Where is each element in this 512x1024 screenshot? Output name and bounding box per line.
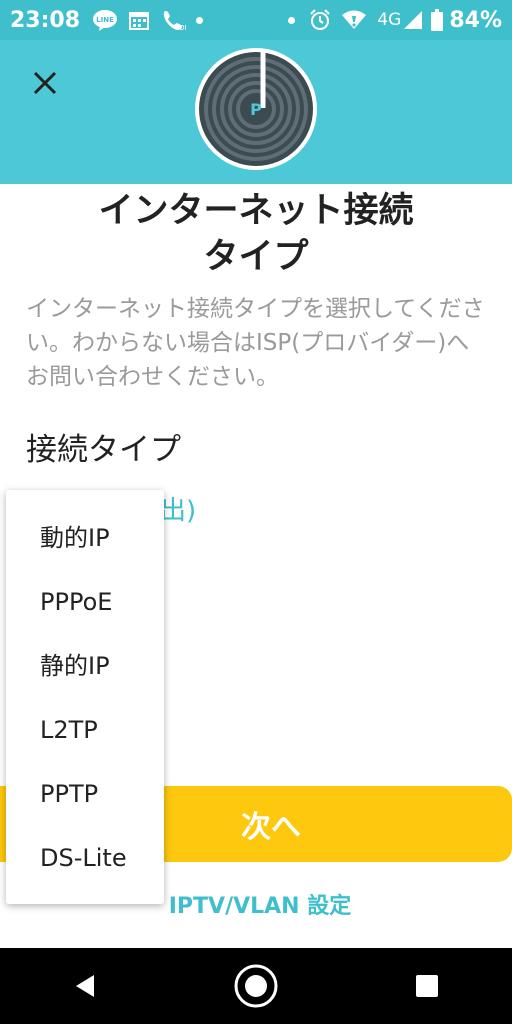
status-time: 23:08 <box>10 7 81 33</box>
recents-button[interactable] <box>397 956 457 1016</box>
router-logo-icon: P <box>193 46 319 172</box>
connection-type-label: 接続タイプ <box>26 432 181 468</box>
network-type: 4G <box>377 10 402 30</box>
recents-square-icon <box>415 975 438 997</box>
header-banner: P <box>0 40 512 184</box>
menu-item-dynamic-ip[interactable]: 動的IP <box>6 506 164 570</box>
status-bar: 23:08 LINE ON <box>0 0 512 40</box>
wifi-icon <box>341 10 367 30</box>
description-text: インターネット接続タイプを選択してください。わからない場合はISP(プロバイダー… <box>26 296 485 390</box>
home-circle-icon <box>234 964 278 1008</box>
menu-item-static-ip[interactable]: 静的IP <box>6 634 164 698</box>
connection-type-dropdown: 動的IP PPPoE 静的IP L2TP PPTP DS-Lite <box>6 490 164 904</box>
line-label: LINE <box>96 16 114 24</box>
back-button[interactable] <box>55 956 115 1016</box>
notification-dot <box>196 16 204 24</box>
page-title-line1: インターネット接続 <box>98 191 414 231</box>
battery-percent: 84% <box>449 7 502 33</box>
battery-icon <box>431 9 444 31</box>
system-nav-bar <box>0 948 512 1024</box>
signal-icon <box>403 10 423 30</box>
page-title-line2: タイプ <box>203 237 309 277</box>
back-triangle-icon <box>76 975 95 997</box>
home-button[interactable] <box>226 956 286 1016</box>
notification-dot-right <box>288 16 296 24</box>
menu-item-pppoe[interactable]: PPPoE <box>6 570 164 634</box>
close-icon <box>33 71 57 95</box>
alarm-icon <box>309 9 331 31</box>
page-title: インターネット接続 タイプ <box>0 188 512 280</box>
wifi-calling-icon: ON <box>160 8 186 32</box>
line-app-icon: LINE <box>92 9 118 31</box>
menu-item-ds-lite[interactable]: DS-Lite <box>6 826 164 890</box>
menu-item-pptp[interactable]: PPTP <box>6 762 164 826</box>
on-label: ON <box>179 24 186 32</box>
selected-value-peek: 出) <box>160 496 197 526</box>
close-button[interactable] <box>28 66 62 100</box>
menu-item-l2tp[interactable]: L2TP <box>6 698 164 762</box>
calendar-icon <box>128 9 150 31</box>
svg-text:P: P <box>250 100 262 119</box>
